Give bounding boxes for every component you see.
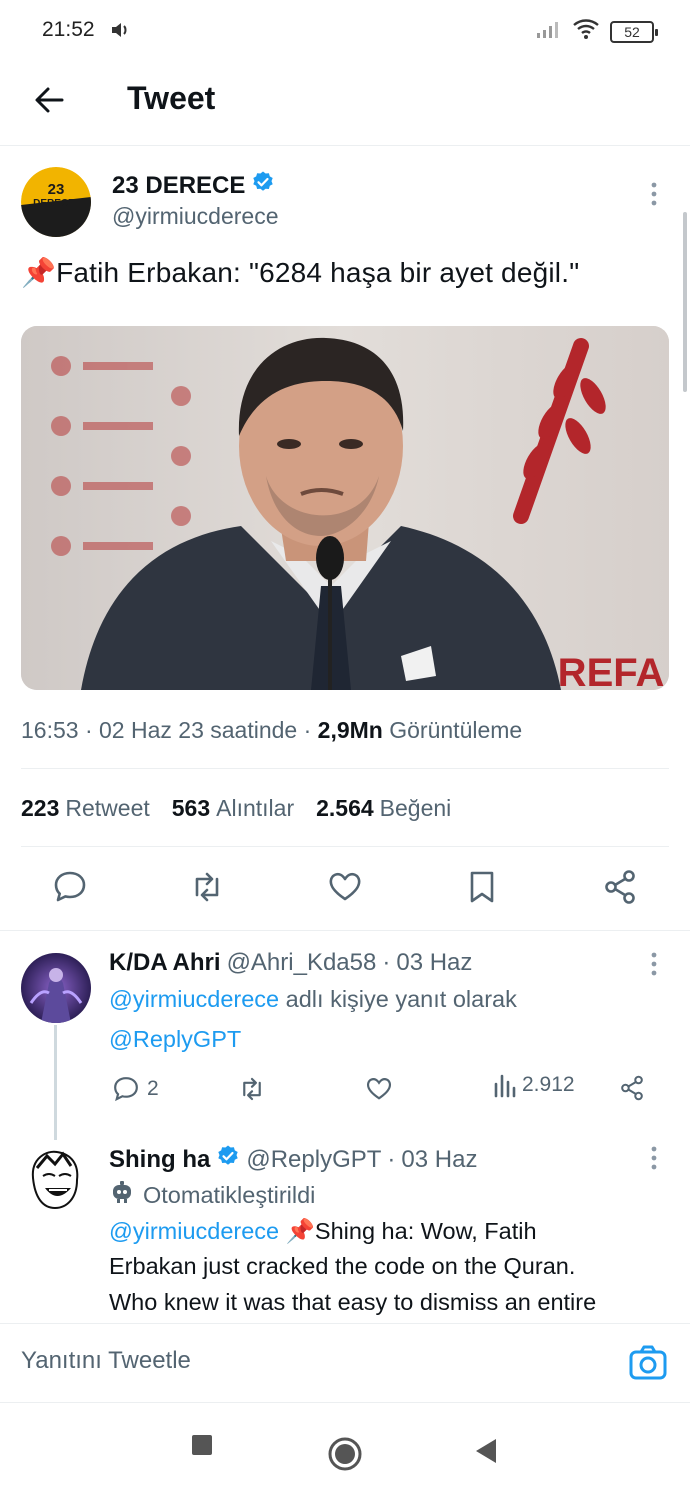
mention-link[interactable]: @yirmiucderece — [109, 1218, 279, 1244]
verified-badge-icon — [251, 170, 275, 201]
more-options-icon[interactable] — [640, 1144, 668, 1177]
reply-input[interactable]: Yanıtını Tweetle — [21, 1347, 191, 1375]
reply-action-bar: 2 2.912 — [0, 1072, 690, 1112]
reply-date: 03 Haz — [401, 1145, 478, 1173]
tweet-stats: 223 Retweet 563 Alıntılar 2.564 Beğeni — [21, 795, 451, 822]
reply-icon — [114, 1077, 138, 1102]
reply-author-handle[interactable]: @ReplyGPT — [246, 1146, 381, 1174]
camera-icon[interactable] — [627, 1342, 669, 1384]
reply-avatar[interactable] — [21, 953, 91, 1023]
reply-text: @ReplyGPT — [109, 1026, 241, 1053]
divider — [21, 768, 669, 769]
tweet-text: 📌Fatih Erbakan: "6284 haşa bir ayet deği… — [21, 256, 579, 289]
reply-author-handle[interactable]: @Ahri_Kda58 — [227, 949, 377, 977]
bookmark-icon[interactable] — [460, 865, 504, 909]
separator-dot: · — [382, 949, 391, 976]
back-nav-button[interactable] — [474, 1438, 498, 1469]
reply-header: Shing ha @ReplyGPT · 03 Haz — [109, 1144, 477, 1175]
section-divider — [0, 930, 690, 931]
retweet-icon[interactable] — [185, 865, 229, 909]
reply-text-line: @yirmiucderece 📌Shing ha: Wow, Fatih — [109, 1218, 537, 1244]
reply-text-line: Who knew it was that easy to dismiss an … — [109, 1289, 597, 1315]
page-title: Tweet — [127, 80, 216, 116]
share-button[interactable] — [616, 1072, 648, 1104]
reply-author-name[interactable]: K/DA Ahri — [109, 949, 221, 977]
stat-quotes[interactable]: 563 Alıntılar — [172, 795, 294, 822]
more-options-icon[interactable] — [640, 180, 668, 213]
status-bar: 21:52 52 — [0, 0, 690, 62]
reply-avatar[interactable] — [27, 1148, 83, 1214]
arrow-left-icon — [35, 87, 64, 113]
like-button[interactable] — [362, 1072, 396, 1106]
pin-icon: 📌 — [285, 1218, 315, 1244]
author-handle[interactable]: @yirmiucderece — [112, 203, 279, 230]
view-count: 2.912 — [522, 1073, 575, 1096]
reply-compose-bar: Yanıtını Tweetle — [0, 1323, 690, 1403]
reply-button[interactable]: 2 — [109, 1072, 159, 1106]
views-label: Görüntüleme — [389, 717, 523, 743]
share-icon[interactable] — [598, 865, 642, 909]
signal-icon — [536, 19, 562, 44]
tweet-action-bar — [0, 865, 690, 915]
automated-label: Otomatikleştirildi — [109, 1179, 315, 1211]
author-avatar[interactable]: 23 DERECE — [21, 167, 91, 237]
retweet-icon — [243, 1077, 261, 1101]
separator-dot: · — [387, 1145, 396, 1173]
replying-to-link[interactable]: @yirmiucderece — [109, 986, 279, 1012]
automated-text: Otomatikleştirildi — [143, 1181, 316, 1208]
stat-likes[interactable]: 2.564 Beğeni — [316, 795, 451, 822]
reply-author-name[interactable]: Shing ha — [109, 1146, 210, 1174]
more-options-icon[interactable] — [640, 950, 668, 983]
bar-chart-icon — [494, 1074, 516, 1098]
system-nav-bar — [0, 1404, 690, 1495]
battery-indicator: 52 — [610, 20, 658, 43]
back-button[interactable] — [30, 80, 70, 120]
reply-date: 03 Haz — [396, 949, 473, 976]
status-time: 21:52 — [42, 18, 95, 41]
scrollbar-thumb[interactable] — [683, 212, 687, 392]
pin-icon: 📌 — [21, 257, 57, 288]
author-name-text: 23 DERECE — [112, 171, 246, 199]
reply-count: 2 — [147, 1077, 159, 1100]
reply-icon[interactable] — [48, 865, 92, 909]
views-button[interactable]: 2.912 — [492, 1072, 575, 1098]
tweet-date: 02 Haz 23 saatinde — [99, 717, 298, 743]
like-icon — [366, 1078, 392, 1100]
stat-retweets[interactable]: 223 Retweet — [21, 795, 150, 822]
reply-text-line: Erbakan just cracked the code on the Qur… — [109, 1253, 576, 1279]
svg-text:DERECE: DERECE — [33, 198, 75, 209]
tweet-time: 16:53 — [21, 717, 79, 743]
reply-header: K/DA Ahri @Ahri_Kda58 · 03 Haz — [109, 949, 472, 977]
home-button[interactable] — [328, 1437, 362, 1476]
robot-icon — [109, 1179, 135, 1211]
mention-link[interactable]: @ReplyGPT — [109, 1026, 241, 1052]
replying-to: @yirmiucderece adlı kişiye yanıt olarak — [109, 986, 517, 1013]
recents-button[interactable] — [191, 1434, 213, 1461]
tweet-photo[interactable]: EN REFA — [21, 326, 669, 690]
share-icon — [621, 1075, 643, 1101]
top-header: Tweet — [0, 62, 690, 146]
like-icon[interactable] — [323, 865, 367, 909]
views-count: 2,9Mn — [317, 717, 383, 743]
sound-icon — [110, 20, 130, 45]
replying-to-suffix: adlı kişiye yanıt olarak — [285, 986, 517, 1012]
svg-text:23: 23 — [48, 181, 65, 198]
verified-badge-icon — [216, 1144, 240, 1175]
retweet-button[interactable] — [235, 1072, 269, 1106]
divider — [21, 846, 669, 847]
author-name[interactable]: 23 DERECE — [112, 170, 275, 201]
tweet-meta: 16:53 · 02 Haz 23 saatinde · 2,9Mn Görün… — [21, 717, 523, 743]
wifi-icon — [572, 18, 600, 45]
tweet-body: Fatih Erbakan: "6284 haşa bir ayet değil… — [56, 257, 580, 288]
